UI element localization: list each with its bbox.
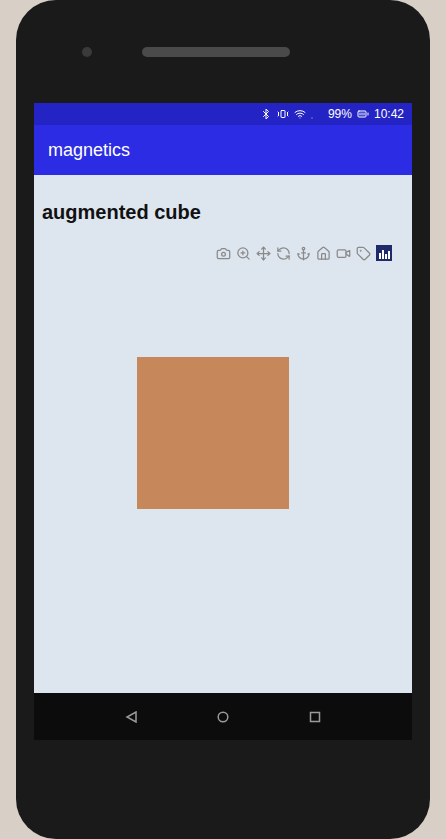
speaker-icon: [142, 47, 290, 57]
status-bar: 99% 10:42: [34, 103, 412, 125]
camera-icon[interactable]: [216, 246, 231, 261]
back-icon[interactable]: [125, 711, 137, 723]
pan-icon[interactable]: [256, 246, 271, 261]
camera-icon: [82, 47, 92, 57]
app-bar: magnetics: [34, 125, 412, 175]
home-icon[interactable]: [217, 711, 229, 723]
anchor-icon[interactable]: [296, 246, 311, 261]
video-icon[interactable]: [336, 246, 351, 261]
nav-bar: [34, 693, 412, 740]
bluetooth-icon: [260, 108, 272, 120]
vibrate-icon: [277, 108, 289, 120]
chart-icon[interactable]: [376, 245, 392, 261]
app-title: magnetics: [48, 137, 130, 164]
wifi-icon: [294, 108, 306, 120]
back-icon[interactable]: [356, 246, 371, 261]
photo: 99% 10:42 magnetics augmented cube: [0, 0, 446, 839]
clock: 10:42: [374, 108, 404, 120]
phone: 99% 10:42 magnetics augmented cube: [16, 0, 430, 839]
zoom-icon[interactable]: [236, 246, 251, 261]
battery-icon: [357, 108, 369, 120]
signal-icon: [311, 108, 323, 120]
home-icon[interactable]: [316, 246, 331, 261]
plot-toolbar: [42, 245, 404, 261]
recents-icon[interactable]: [309, 711, 321, 723]
phone-top: [34, 0, 412, 103]
page-title: augmented cube: [42, 197, 404, 227]
rotate-icon[interactable]: [276, 246, 291, 261]
content: augmented cube: [34, 175, 412, 693]
battery-level: 99%: [328, 108, 352, 120]
cube: [137, 357, 289, 509]
screen: 99% 10:42 magnetics augmented cube: [34, 103, 412, 740]
plot[interactable]: [42, 261, 404, 693]
